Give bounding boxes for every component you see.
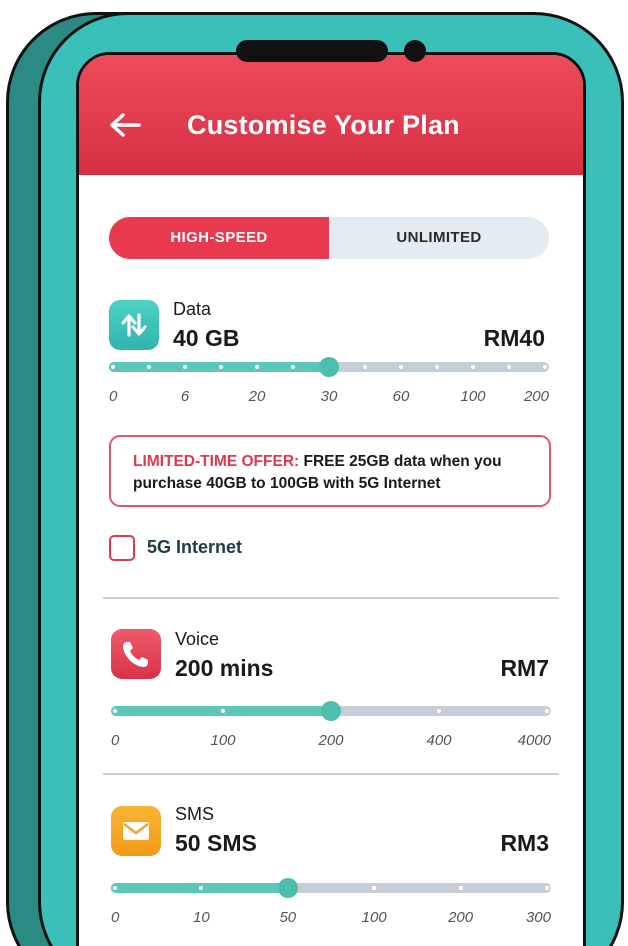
section-divider [103, 773, 559, 775]
data-price: RM40 [483, 325, 545, 351]
voice-tick-label: 0 [111, 732, 120, 749]
data-slider-step-dot [219, 365, 223, 369]
voice-slider-step-dot [545, 709, 549, 713]
voice-slider-step-dot [113, 709, 117, 713]
data-slider-step-dot [543, 365, 547, 369]
voice-tick-label: 4000 [517, 732, 551, 749]
voice-slider-thumb[interactable] [321, 701, 341, 721]
sms-tick-label: 200 [448, 909, 474, 926]
data-slider-step-dot [183, 365, 187, 369]
limited-offer-banner: LIMITED-TIME OFFER: FREE 25GB data when … [109, 435, 551, 507]
voice-slider-step-dot [437, 709, 441, 713]
sms-amount: 50 SMS [175, 830, 257, 856]
5g-internet-checkbox[interactable] [109, 535, 135, 561]
data-slider-step-dot [363, 365, 367, 369]
section-divider [103, 597, 559, 599]
sms-tick-label: 50 [279, 909, 297, 926]
sms-label: SMS [175, 804, 215, 824]
data-slider-step-dot [471, 365, 475, 369]
data-tick-label: 0 [109, 388, 118, 405]
data-slider-step-dot [291, 365, 295, 369]
sms-tick-label: 10 [193, 909, 210, 926]
voice-tick-label: 400 [426, 732, 452, 749]
data-slider-step-dot [435, 365, 439, 369]
data-slider-step-dot [111, 365, 115, 369]
sms-price: RM3 [500, 830, 549, 856]
phone-notch [236, 40, 388, 62]
data-amount: 40 GB [173, 325, 240, 351]
data-slider-step-dot [507, 365, 511, 369]
phone-icon [111, 629, 161, 679]
sms-slider-step-dot [113, 886, 117, 890]
page-title: Customise Your Plan [187, 110, 460, 140]
data-tick-label: 60 [392, 388, 410, 405]
voice-amount: 200 mins [175, 655, 274, 681]
sms-slider-step-dot [458, 886, 463, 890]
sms-tick-label: 300 [525, 909, 551, 926]
data-tick-label: 200 [523, 388, 549, 405]
arrow-left-icon[interactable] [109, 113, 141, 137]
voice-slider-step-dot [221, 709, 225, 713]
app-header: Customise Your Plan [79, 55, 583, 175]
voice-label: Voice [175, 629, 220, 649]
voice-tick-label: 200 [318, 732, 344, 749]
sms-slider-ticks: 0 10 50 100 200 300 [111, 909, 551, 929]
data-slider-thumb[interactable] [319, 357, 339, 377]
sms-slider[interactable] [111, 878, 551, 898]
sms-tick-label: 100 [361, 909, 387, 926]
offer-text-line2: purchase 40GB to 100GB with 5G Internet [133, 475, 441, 492]
app-screen: Customise Your Plan HIGH-SPEED UNLIMITED… [76, 52, 586, 946]
data-tick-label: 20 [248, 388, 266, 405]
5g-internet-label: 5G Internet [147, 537, 243, 557]
sms-slider-thumb[interactable] [277, 878, 298, 898]
data-slider-step-dot [255, 365, 259, 369]
data-tick-label: 6 [180, 388, 190, 405]
data-label: Data [173, 299, 212, 319]
data-transfer-icon [109, 300, 159, 350]
voice-slider-ticks: 0 100 200 400 4000 [111, 732, 551, 752]
tab-unlimited[interactable]: UNLIMITED [329, 217, 549, 259]
camera-dot [404, 40, 426, 62]
voice-price: RM7 [500, 655, 549, 681]
data-tick-label: 30 [320, 388, 338, 405]
offer-text-line1: FREE 25GB data when you [299, 453, 502, 470]
envelope-icon [111, 806, 161, 856]
offer-label: LIMITED-TIME OFFER: [133, 453, 300, 470]
sms-tick-label: 0 [111, 909, 120, 926]
voice-tick-label: 100 [210, 732, 236, 749]
tab-high-speed[interactable]: HIGH-SPEED [109, 217, 329, 259]
data-slider-step-dot [147, 365, 151, 369]
data-slider-step-dot [399, 365, 403, 369]
data-tick-label: 100 [460, 388, 486, 405]
sms-slider-step-dot [545, 886, 549, 890]
data-slider-ticks: 0 6 20 30 60 100 200 [109, 388, 549, 408]
plan-type-toggle: HIGH-SPEED UNLIMITED [109, 217, 549, 259]
data-slider[interactable] [109, 357, 549, 377]
voice-slider[interactable] [111, 701, 551, 721]
